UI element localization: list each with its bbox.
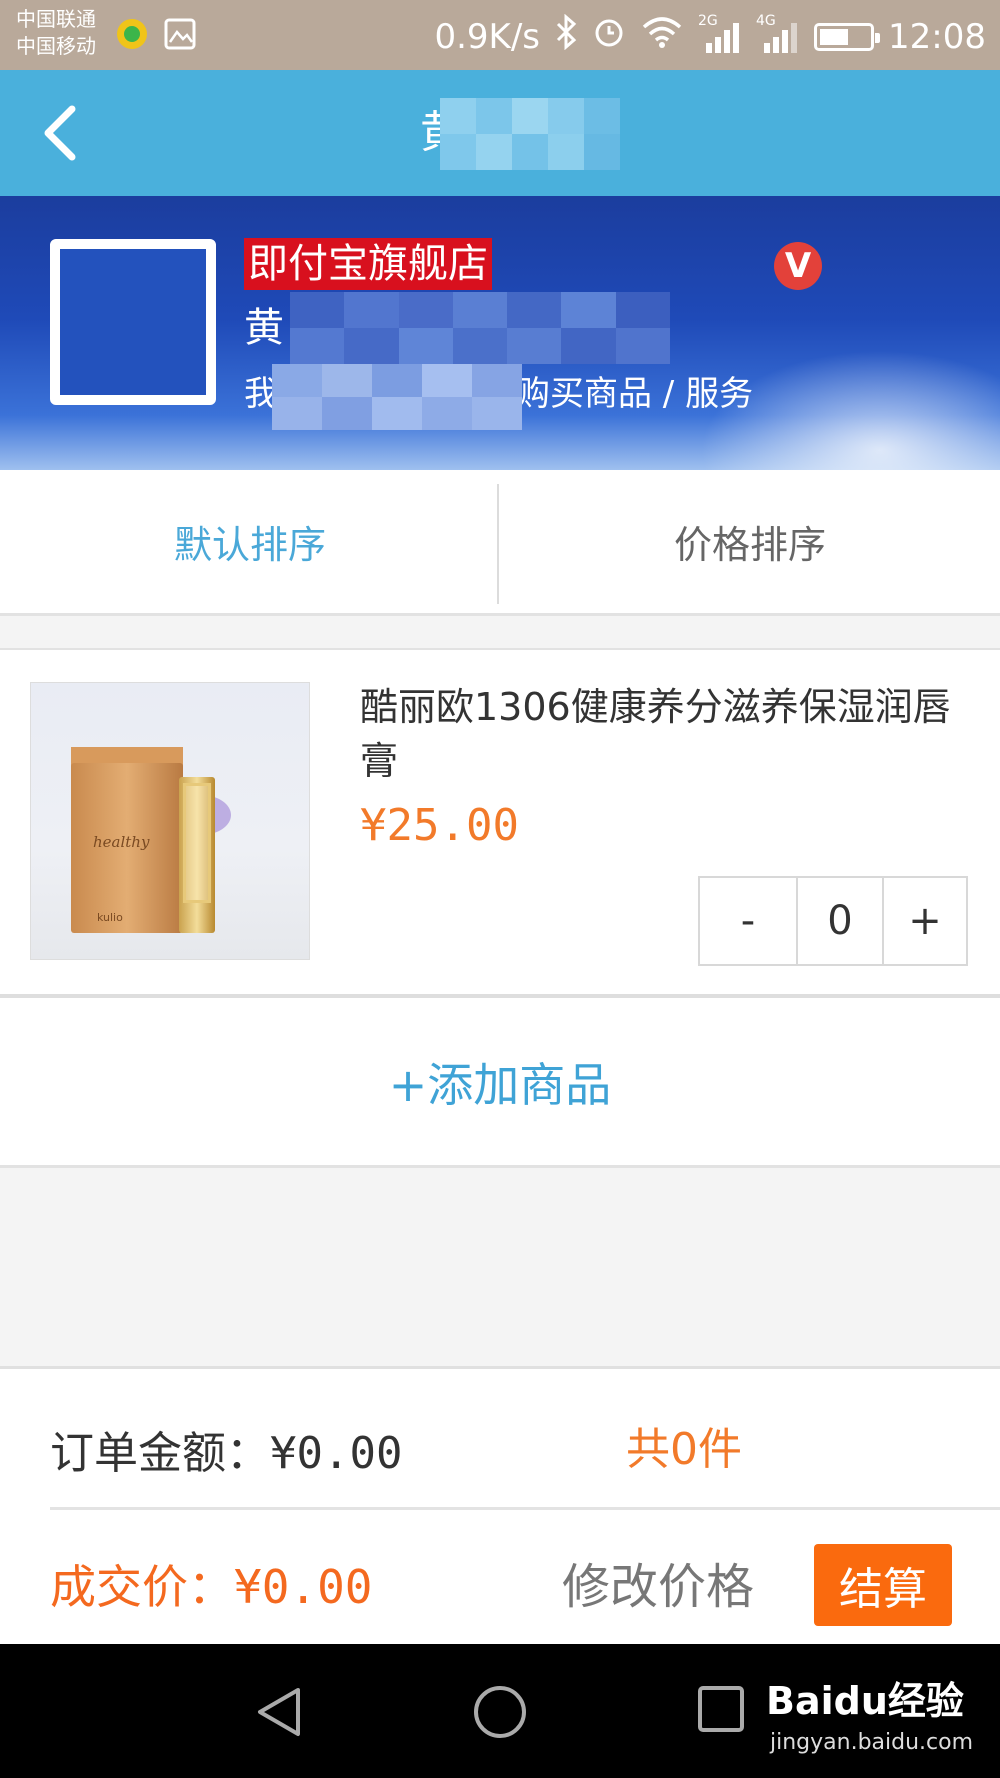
title-bar: 黄 bbox=[0, 70, 1000, 196]
deal-price-value: ¥0.00 bbox=[234, 1560, 373, 1614]
clock: 12:08 bbox=[888, 16, 986, 57]
order-amount-row: 订单金额：¥0.00 bbox=[50, 1417, 402, 1481]
nav-home-icon[interactable] bbox=[472, 1684, 528, 1744]
carrier-1: 中国联通 bbox=[16, 7, 96, 31]
nav-back-icon[interactable] bbox=[252, 1684, 304, 1744]
redacted-title bbox=[440, 98, 620, 170]
system-nav-bar: Baidu经验 jingyan.baidu.com bbox=[0, 1644, 1000, 1778]
store-avatar bbox=[50, 239, 216, 405]
tab-divider bbox=[497, 484, 499, 604]
redacted-store-desc bbox=[272, 364, 522, 430]
verified-icon: V bbox=[774, 242, 822, 290]
signal-2g-icon: 2G bbox=[698, 13, 742, 55]
alarm-icon bbox=[592, 15, 626, 58]
baidu-watermark-url: jingyan.baidu.com bbox=[770, 1730, 974, 1755]
edit-price-button[interactable]: 修改价格 bbox=[562, 1547, 754, 1617]
product-price: ¥25.00 bbox=[360, 800, 519, 851]
quantity-field[interactable]: 0 bbox=[798, 878, 884, 964]
image-lipstick-cap bbox=[183, 783, 211, 903]
add-product-button[interactable]: +添加商品 bbox=[0, 998, 1000, 1168]
gallery-icon bbox=[162, 16, 198, 56]
summary-divider bbox=[50, 1507, 1000, 1510]
order-amount-label: 订单金额： bbox=[50, 1428, 270, 1479]
quantity-stepper: - 0 + bbox=[698, 876, 968, 966]
image-box-brand: kulio bbox=[97, 911, 123, 924]
product-image[interactable]: healthy kulio bbox=[30, 682, 310, 960]
chevron-left-icon bbox=[44, 105, 76, 161]
sort-tabs: 默认排序 价格排序 bbox=[0, 470, 1000, 616]
product-name: 酷丽欧1306健康养分滋养保湿润唇膏 bbox=[360, 685, 951, 783]
decrease-button[interactable]: - bbox=[700, 878, 798, 964]
order-amount-value: ¥0.00 bbox=[270, 1428, 403, 1479]
deal-price-label: 成交价： bbox=[50, 1560, 234, 1614]
checkout-button[interactable]: 结算 bbox=[814, 1544, 952, 1626]
deal-price-row: 成交价：¥0.00 bbox=[50, 1551, 372, 1617]
status-right: 0.9K/s 2G 4G 12:08 bbox=[434, 13, 986, 59]
nav-recent-icon[interactable] bbox=[696, 1684, 746, 1738]
bluetooth-icon bbox=[554, 13, 578, 59]
app-notification-icon bbox=[114, 16, 150, 56]
carrier-2: 中国移动 bbox=[16, 34, 96, 58]
image-box-text: healthy bbox=[93, 833, 150, 851]
store-type-badge: 即付宝旗舰店 bbox=[244, 238, 492, 290]
signal-4g-icon: 4G bbox=[756, 13, 800, 55]
tab-default-sort[interactable]: 默认排序 bbox=[0, 470, 500, 613]
net-speed: 0.9K/s bbox=[434, 16, 541, 57]
back-button[interactable] bbox=[40, 100, 100, 166]
order-summary: 订单金额：¥0.00 共0件 成交价：¥0.00 修改价格 结算 bbox=[0, 1366, 1000, 1644]
item-count: 共0件 bbox=[626, 1424, 742, 1475]
store-name: 黄 bbox=[244, 305, 284, 351]
status-bar: 中国联通 中国移动 0.9K/s 2G 4G 12:08 bbox=[0, 0, 1000, 70]
baidu-watermark-logo: Baidu经验 bbox=[766, 1679, 964, 1723]
store-banner: 即付宝旗舰店 V 黄 我要向商家付款，购买商品 / 服务 bbox=[0, 196, 1000, 470]
product-item: healthy kulio 酷丽欧1306健康养分滋养保湿润唇膏 ¥25.00 … bbox=[0, 648, 1000, 998]
tab-price-sort[interactable]: 价格排序 bbox=[500, 470, 1000, 613]
battery-icon bbox=[814, 22, 881, 51]
wifi-icon bbox=[640, 15, 684, 58]
redacted-store-name bbox=[290, 292, 670, 364]
increase-button[interactable]: + bbox=[884, 878, 966, 964]
carrier-info: 中国联通 中国移动 bbox=[16, 6, 96, 60]
